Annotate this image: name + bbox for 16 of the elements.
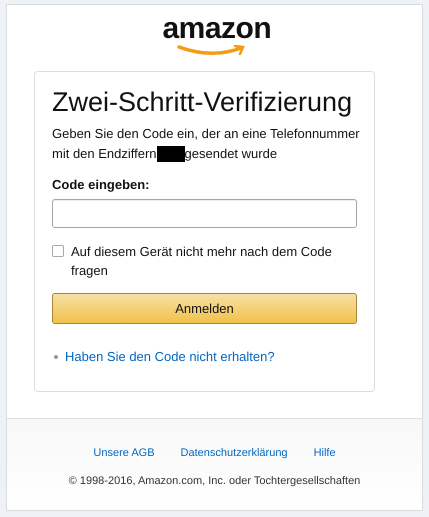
field-label: Code eingeben:	[52, 176, 151, 194]
footer-link[interactable]: Unsere AGB	[93, 444, 155, 461]
instruction-text: Geben Sie den Code ein, der an eine Telefonnummer	[52, 125, 360, 143]
instruction-text: mit den Endziffern	[52, 145, 157, 163]
footer-link[interactable]: Datenschutzerklärung	[180, 444, 288, 461]
instruction-text: gesendet wurde	[184, 145, 278, 163]
checkbox-label: Auf diesem Gerät nicht mehr nach dem Code fragen	[71, 243, 333, 280]
footer-link[interactable]: Hilfe	[314, 444, 336, 461]
bullet-icon	[54, 354, 58, 359]
code-input-field[interactable]	[52, 199, 357, 228]
page-title: Zwei-Schritt-Verifizierung	[52, 86, 354, 118]
copyright-text: © 1998-2016, Amazon.com, Inc. oder Tochtergesellschaften	[68, 474, 360, 489]
checkbox[interactable]	[52, 245, 64, 257]
submit-button[interactable]: Anmelden	[52, 293, 357, 324]
smile-arrow-icon	[176, 45, 246, 57]
help-link[interactable]: Haben Sie den Code nicht erhalten?	[65, 347, 275, 366]
